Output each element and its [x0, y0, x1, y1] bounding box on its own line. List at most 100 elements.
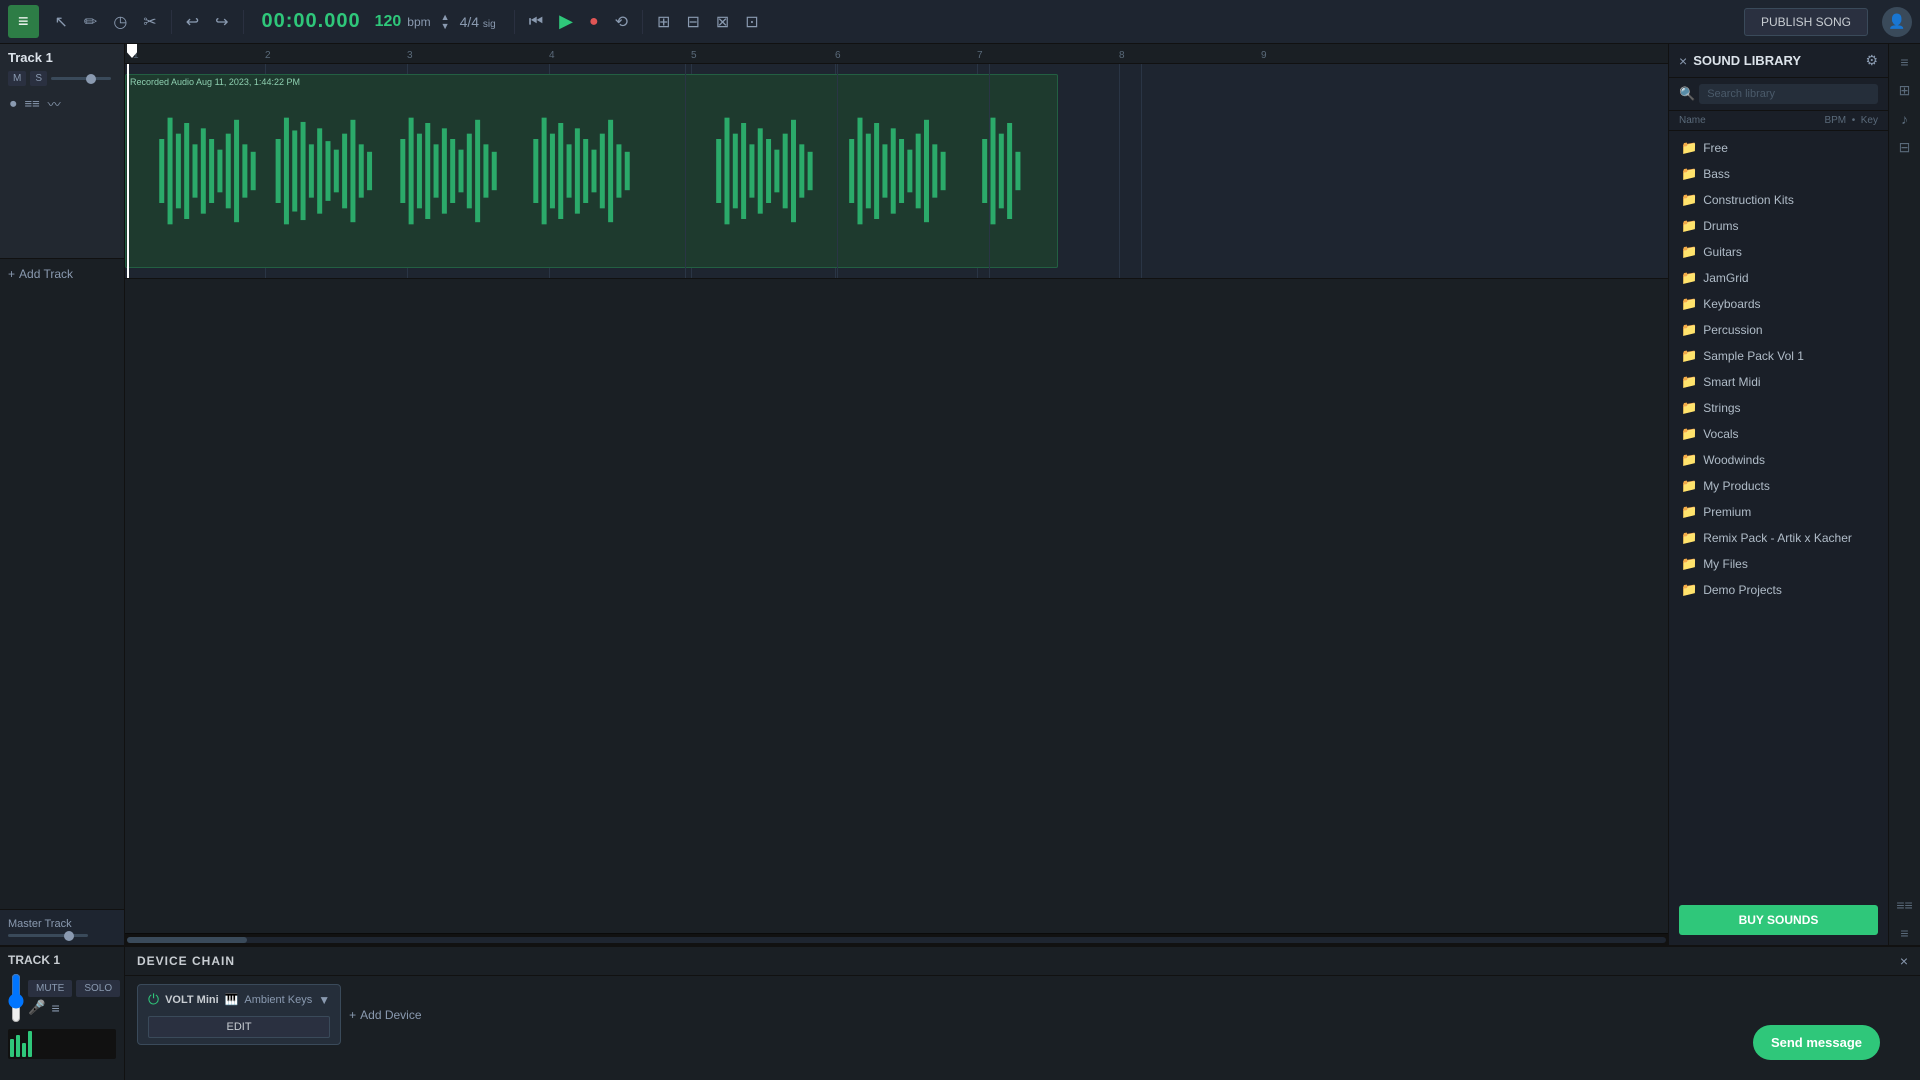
add-track-area[interactable]: + Add Track [0, 259, 124, 289]
track1-mute-button[interactable]: M [8, 71, 26, 86]
device-preset: Ambient Keys [244, 994, 312, 1006]
device-power-button[interactable]: ⏻ [148, 991, 159, 1008]
library-item[interactable]: 📁Vocals [1669, 421, 1888, 447]
tool8-button[interactable]: ⊡ [739, 8, 764, 36]
main-area: Track 1 M S ⏺ ≡≡ 〰 + Add Track Master Tr… [0, 44, 1920, 945]
library-item[interactable]: 📁 Guitars [1669, 239, 1888, 265]
folder-icon: 📁 [1681, 244, 1697, 260]
library-item-name: Guitars [1703, 245, 1742, 259]
library-item-name: JamGrid [1703, 271, 1748, 285]
ruler: 1 2 3 4 5 6 7 8 9 [125, 44, 1668, 64]
bpm-arrows[interactable]: ▲ ▼ [441, 13, 450, 31]
library-settings-button[interactable]: ⚙ [1865, 52, 1878, 69]
play-button[interactable]: ▶ [553, 7, 579, 36]
undo-button[interactable]: ↩ [180, 8, 205, 36]
folder-icon: 📁 [1681, 504, 1697, 520]
device-chain-title: DEVICE CHAIN [137, 954, 235, 968]
bpm-down-arrow[interactable]: ▼ [441, 22, 450, 31]
bottom-eq-icon[interactable]: ≡ [51, 999, 59, 1016]
track1-controls: M S [8, 71, 116, 86]
right-icon-bottom-1[interactable]: ≡≡ [1892, 893, 1916, 917]
right-icon-2[interactable]: ⊞ [1895, 78, 1915, 103]
device-chain-panel: DEVICE CHAIN × ⏻ VOLT Mini 🎹 Ambient Key… [125, 947, 1920, 1080]
device-chain-close-button[interactable]: × [1900, 953, 1908, 969]
bottom-solo-button[interactable]: SOLO [76, 980, 120, 997]
library-header: × SOUND LIBRARY ⚙ [1669, 44, 1888, 78]
send-message-button[interactable]: Send message [1753, 1025, 1880, 1060]
library-item[interactable]: 📁My Products [1669, 473, 1888, 499]
bottom-track-info: TRACK 1 MUTE SOLO 🎤 ≡ [0, 947, 125, 1080]
library-item[interactable]: 📁Free [1669, 135, 1888, 161]
track1-automation-icon[interactable]: 〰 [46, 92, 63, 115]
tool7-button[interactable]: ⊠ [710, 8, 735, 36]
library-item[interactable]: 📁Woodwinds [1669, 447, 1888, 473]
folder-icon: 📁 [1681, 296, 1697, 312]
library-item[interactable]: 📁Drums [1669, 213, 1888, 239]
bottom-icons: 🎤 ≡ [28, 999, 120, 1016]
menu-button[interactable]: ≡ [8, 5, 39, 38]
track1-eq-icon[interactable]: ≡≡ [23, 94, 42, 113]
library-search-input[interactable] [1699, 84, 1878, 104]
add-device-button[interactable]: + Add Device [349, 1008, 421, 1022]
library-item[interactable]: 📁Keyboards [1669, 291, 1888, 317]
library-item[interactable]: 📁Sample Pack Vol 1 [1669, 343, 1888, 369]
loop-button[interactable]: ⟲ [609, 8, 634, 36]
pencil-tool-button[interactable]: ✏ [78, 8, 103, 36]
device-edit-button[interactable]: EDIT [148, 1016, 330, 1038]
right-icon-4[interactable]: ⊟ [1895, 135, 1915, 160]
publish-song-button[interactable]: PUBLISH SONG [1744, 8, 1868, 36]
library-item[interactable]: 📁Smart Midi [1669, 369, 1888, 395]
ruler-mark-3: 3 [407, 50, 413, 61]
library-close-x[interactable]: × [1679, 53, 1687, 69]
ruler-mark-2: 2 [265, 50, 271, 61]
bottom-mic-icon[interactable]: 🎤 [28, 999, 45, 1016]
device-preset-dropdown[interactable]: ▼ [318, 993, 330, 1007]
library-item[interactable]: 📁Bass [1669, 161, 1888, 187]
buy-sounds-button[interactable]: BUY SOUNDS [1679, 905, 1878, 935]
folder-icon: 📁 [1681, 582, 1697, 598]
user-avatar[interactable]: 👤 [1882, 7, 1912, 37]
cursor-tool-button[interactable]: ↖ [49, 8, 74, 36]
record-button[interactable]: ● [583, 9, 605, 35]
library-item[interactable]: 📁Construction Kits [1669, 187, 1888, 213]
divider1 [171, 10, 172, 34]
waveform-svg [126, 75, 1057, 267]
library-item-name: Sample Pack Vol 1 [1703, 349, 1804, 363]
scissors-tool-button[interactable]: ✂ [137, 8, 162, 36]
track1-record-icon[interactable]: ⏺ [8, 94, 19, 114]
bottom-panel: TRACK 1 MUTE SOLO 🎤 ≡ DEVICE CH [0, 945, 1920, 1080]
skip-start-button[interactable]: ⏮ [523, 9, 549, 35]
level-meter [8, 1029, 116, 1059]
library-item[interactable]: 📁Demo Projects [1669, 577, 1888, 603]
master-volume-slider[interactable] [8, 934, 88, 937]
clock-tool-button[interactable]: ◷ [107, 8, 133, 36]
library-item[interactable]: 📁Premium [1669, 499, 1888, 525]
bottom-track-vol-slider[interactable] [8, 973, 24, 1023]
tool5-button[interactable]: ⊞ [651, 8, 676, 36]
track1-audio-clip[interactable]: Recorded Audio Aug 11, 2023, 1:44:22 PM [125, 74, 1058, 268]
bottom-mute-button[interactable]: MUTE [28, 980, 72, 997]
library-item[interactable]: 📁My Files [1669, 551, 1888, 577]
tool6-button[interactable]: ⊟ [680, 8, 705, 36]
library-item[interactable]: 📁Strings [1669, 395, 1888, 421]
right-icon-bottom-2[interactable]: ≡ [1896, 921, 1912, 945]
right-icon-1[interactable]: ≡ [1896, 50, 1912, 74]
scroll-track [127, 937, 1666, 943]
track1-volume-slider[interactable] [51, 77, 111, 80]
col-bpmkey-header: BPM • Key [1824, 115, 1878, 126]
horizontal-scrollbar[interactable] [125, 933, 1668, 945]
right-icon-3[interactable]: ♪ [1897, 107, 1912, 131]
track1-solo-button[interactable]: S [30, 71, 47, 86]
library-item[interactable]: 📁Remix Pack - Artik x Kacher [1669, 525, 1888, 551]
library-item[interactable]: 📁Percussion [1669, 317, 1888, 343]
redo-button[interactable]: ↪ [209, 8, 234, 36]
library-item-name: Vocals [1703, 427, 1738, 441]
scroll-thumb[interactable] [127, 937, 247, 943]
time-display: 00:00.000 [262, 10, 361, 33]
library-item[interactable]: 📁JamGrid [1669, 265, 1888, 291]
device-chain-header: DEVICE CHAIN × [125, 947, 1920, 976]
library-item-name: Percussion [1703, 323, 1762, 337]
library-item-name: Strings [1703, 401, 1740, 415]
master-track-header: Master Track [0, 909, 124, 945]
library-item-name: My Files [1703, 557, 1748, 571]
